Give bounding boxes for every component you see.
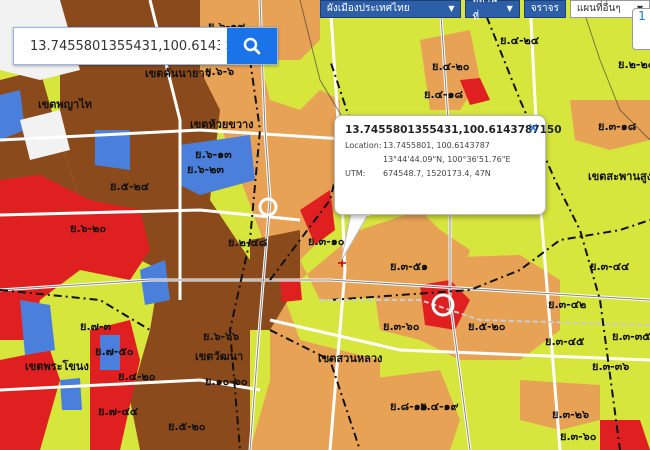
zone-red-small [280, 278, 302, 302]
chevron-down-icon: ▼ [506, 4, 513, 13]
map-label: ย.๒-๔๘ [228, 236, 268, 249]
map-label: ย.๖-๖ [205, 65, 234, 78]
map-label: เขตวัฒนา [195, 350, 243, 363]
map-label: ย.๑๐-๖๐ [205, 375, 248, 388]
zone-blue-sw [20, 300, 55, 355]
map-label: เขตสวนหลวง [318, 352, 382, 365]
map-label: เขตพญาไท [38, 97, 92, 111]
map-label: ย.๔-๒๐ [118, 370, 156, 383]
location-decimal: 13.7455801, 100.6143787 [383, 141, 490, 150]
location-dms: 13°44'44.09"N, 100°36'51.76"E [383, 155, 511, 164]
traffic-select-label: จราจร [530, 3, 559, 14]
location-row: Location: 13.7455801, 100.6143787 [345, 141, 535, 150]
plan-layer-select[interactable]: ผังเมืองประเทศไทย ▼ [320, 0, 462, 18]
map-label: ย.๓-๓๖ [592, 360, 629, 373]
map-label: ย.๓-๔๔ [590, 260, 630, 273]
search-box: ✖ [13, 27, 278, 65]
location-label: Location: [345, 141, 382, 150]
map-label: ย.๓-๕๑ [390, 260, 428, 273]
place-select[interactable]: สถานที่ ▼ [465, 0, 520, 23]
map-label: ย.๖-๖๖ [203, 330, 239, 343]
map-label: ย.๕-๒๐ [168, 420, 206, 433]
utm-value: 674548.7, 1520173.4, 47N [383, 169, 491, 178]
map-label: ย.๖-๒๓ [187, 163, 224, 176]
map-label: ย.๔-๑๘ [424, 88, 463, 101]
coordinate-popup: 13.7455801355431,100.6143787150 ✕ Locati… [334, 115, 562, 215]
utm-label: UTM: [345, 169, 366, 178]
plan-layer-select-label: ผังเมืองประเทศไทย [327, 3, 410, 14]
top-toolbar: ผังเมืองประเทศไทย ▼ สถานที่ ▼ จราจร แผนท… [320, 0, 650, 23]
map-label: ย.๒-๒๕ [618, 58, 650, 71]
chevron-down-icon: ▼ [448, 4, 455, 13]
place-select-label: สถานที่ [472, 0, 497, 23]
zoom-control[interactable]: 1 [632, 8, 650, 50]
search-icon [243, 37, 261, 55]
zoom-level: 1 [638, 9, 646, 23]
map-label: ย.๓-๖๐ [560, 430, 597, 443]
map-label: ย.๓-๑๘ [598, 120, 637, 133]
close-icon[interactable]: ✕ [527, 121, 539, 137]
search-button[interactable] [227, 28, 277, 64]
map-label: ย.๔-๒๔ [500, 34, 540, 47]
popup-title: 13.7455801355431,100.6143787150 [345, 124, 562, 136]
map-label: ย.๓-๔๒ [548, 298, 586, 311]
map-label: ย.๘-๑๑ [390, 400, 428, 413]
zone-blue-s [60, 378, 82, 410]
map-label: ย.๓-๓๕ [612, 330, 650, 343]
map-label: เขตสะพานสูง [588, 170, 650, 184]
other-maps-select-label: แผนที่อื่นๆ [576, 3, 621, 14]
search-input[interactable] [28, 37, 222, 55]
traffic-select[interactable]: จราจร [523, 0, 566, 18]
popup-tail [341, 213, 370, 262]
location-dms-row: 13°44'44.09"N, 100°36'51.76"E [345, 155, 535, 164]
map-label: เขตพระโขนง [25, 359, 89, 373]
utm-row: UTM: 674548.7, 1520173.4, 47N [345, 169, 535, 178]
map-label: ย.๖-๒๐ [70, 222, 106, 235]
map-label: ย.๕-๒๔ [110, 180, 150, 193]
map-label: ย.๓-๔๕ [545, 335, 585, 348]
map-label: ย.๖-๑๓ [195, 148, 232, 161]
map-label: ย.๗-๔๔ [98, 405, 139, 418]
map-label: ย.๓-๒๖ [552, 408, 589, 421]
map-label: ย.๗-๓ [80, 320, 111, 333]
map-label: ย.๗-๕๐ [95, 345, 134, 358]
map-label: ย.๕-๒๐ [468, 320, 506, 333]
map-label: เขตคันนายาว [145, 67, 211, 80]
zone-orange-se [520, 380, 600, 430]
map-label: เขตห้วยขวาง [190, 118, 254, 131]
zoning-map[interactable]: เขตคันนายาวเขตพญาไทเขตห้วยขวางย.๖-๒๓ย.๕-… [0, 0, 650, 450]
map-label: ย.๓-๖๐ [383, 320, 420, 333]
map-label: ย.๔-๒๐ [432, 60, 470, 73]
map-label: ย.๓-๑๐ [308, 235, 345, 248]
